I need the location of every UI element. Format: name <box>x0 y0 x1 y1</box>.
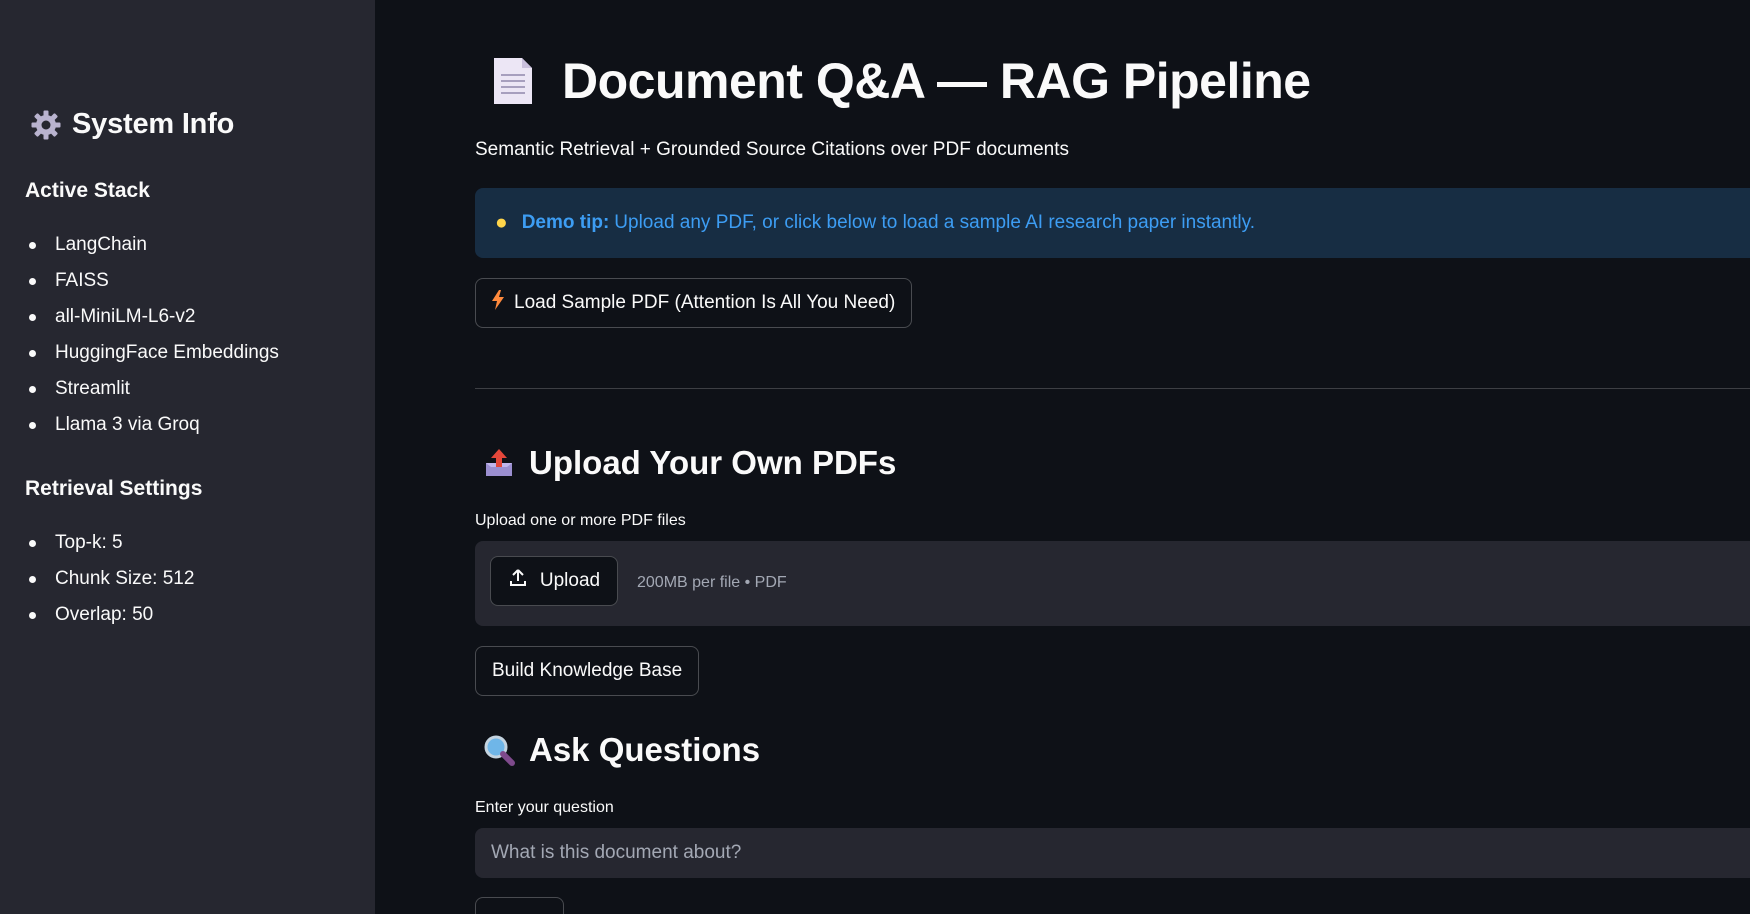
sidebar-title-text: System Info <box>72 108 235 140</box>
ask-section-heading: Ask Questions <box>483 731 760 769</box>
sidebar-title: System Info <box>30 108 234 141</box>
active-stack-heading: Active Stack <box>25 179 150 202</box>
list-item: Llama 3 via Groq <box>25 407 279 443</box>
upload-field-label: Upload one or more PDF files <box>475 512 686 529</box>
tip-label: Demo tip: <box>521 212 610 233</box>
divider <box>475 388 1750 389</box>
magnifier-icon <box>483 734 515 766</box>
file-dropzone[interactable]: Upload 200MB per file • PDF <box>475 541 1750 626</box>
upload-section-heading: Upload Your Own PDFs <box>483 444 896 482</box>
question-input[interactable] <box>475 828 1750 878</box>
main-content: Document Q&A — RAG Pipeline Semantic Ret… <box>375 0 1750 914</box>
ask-section-title: Ask Questions <box>529 731 761 768</box>
upload-section-title: Upload Your Own PDFs <box>529 444 897 481</box>
list-item: HuggingFace Embeddings <box>25 335 279 371</box>
retrieval-settings-heading: Retrieval Settings <box>25 477 203 500</box>
page-subtitle: Semantic Retrieval + Grounded Source Cit… <box>475 139 1070 160</box>
list-item: Streamlit <box>25 371 279 407</box>
document-icon <box>490 55 536 107</box>
list-item: all-MiniLM-L6-v2 <box>25 299 279 335</box>
demo-tip-alert: ● Demo tip: Upload any PDF, or click bel… <box>475 188 1750 258</box>
active-stack-list: LangChain FAISS all-MiniLM-L6-v2 Hugging… <box>25 227 279 443</box>
upload-button[interactable]: Upload <box>490 556 618 606</box>
list-item: Top-k: 5 <box>25 525 194 561</box>
sidebar: System Info Active Stack LangChain FAISS… <box>0 0 375 914</box>
upload-icon <box>508 568 528 594</box>
lightbulb-icon: ● <box>495 211 508 234</box>
page-title-text: Document Q&A — RAG Pipeline <box>562 53 1311 109</box>
question-field-label: Enter your question <box>475 799 614 816</box>
app-root: System Info Active Stack LangChain FAISS… <box>0 0 1750 914</box>
upload-button-label: Upload <box>539 570 601 591</box>
load-sample-pdf-button[interactable]: Load Sample PDF (Attention Is All You Ne… <box>475 278 913 328</box>
load-sample-pdf-label: Load Sample PDF (Attention Is All You Ne… <box>514 292 896 313</box>
list-item: Chunk Size: 512 <box>25 561 194 597</box>
list-item: LangChain <box>25 227 279 263</box>
list-item: FAISS <box>25 263 279 299</box>
list-item: Overlap: 50 <box>25 597 194 633</box>
build-knowledge-base-button[interactable]: Build Knowledge Base <box>475 646 700 696</box>
outbox-tray-icon <box>483 447 515 479</box>
build-knowledge-base-label: Build Knowledge Base <box>492 660 683 681</box>
page-title: Document Q&A — RAG Pipeline <box>490 52 1311 110</box>
retrieval-settings-list: Top-k: 5 Chunk Size: 512 Overlap: 50 <box>25 525 194 633</box>
tip-text: Upload any PDF, or click below to load a… <box>614 212 1255 233</box>
gear-icon <box>30 109 62 141</box>
ask-button[interactable] <box>475 897 564 914</box>
upload-limits-text: 200MB per file • PDF <box>637 574 787 591</box>
lightning-icon <box>492 290 504 316</box>
